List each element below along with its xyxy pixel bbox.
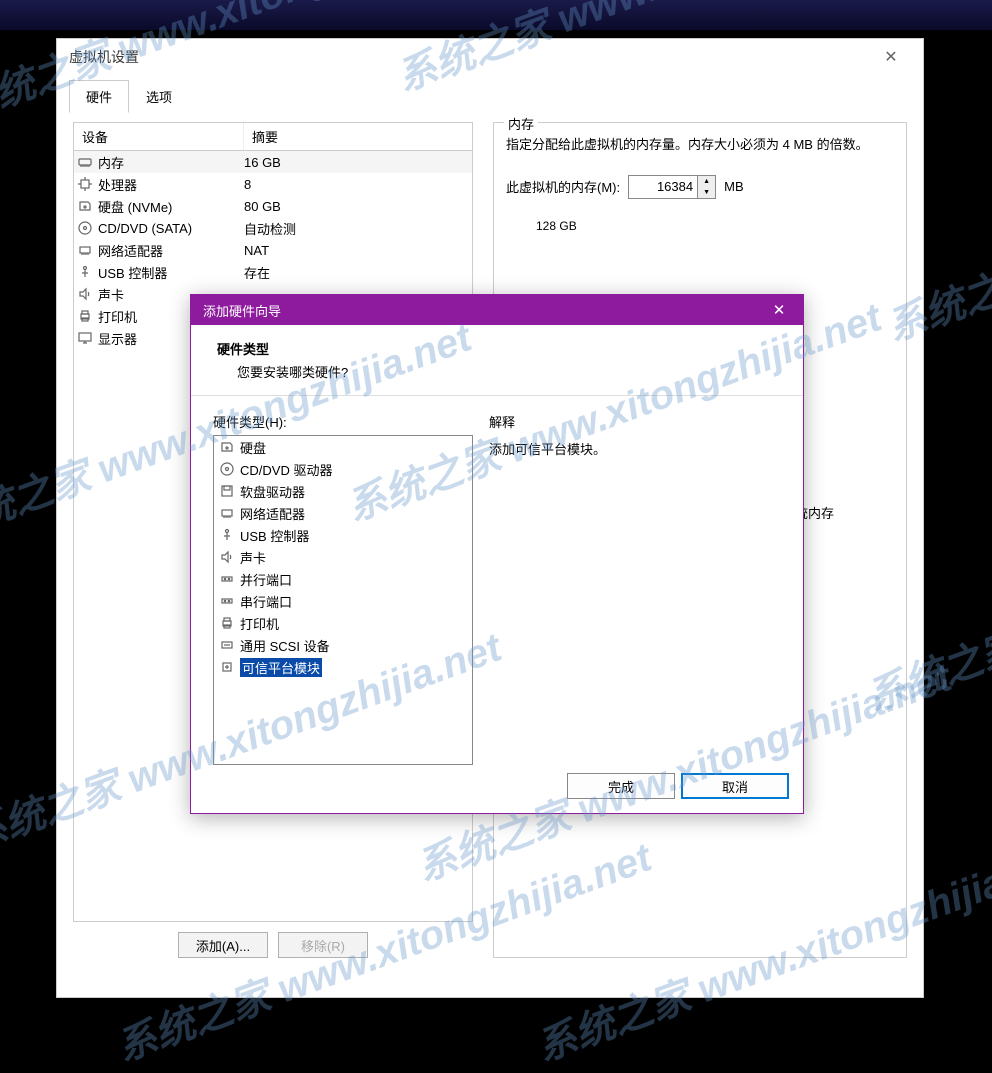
hw-item-label: 打印机 [240,614,279,633]
finish-button[interactable]: 完成 [567,773,675,799]
settings-titlebar: 虚拟机设置 ✕ [57,39,923,75]
floppy-icon [218,484,236,498]
remove-button[interactable]: 移除(R) [278,932,368,958]
device-row-nic[interactable]: 网络适配器NAT [74,239,472,261]
hw-item-port[interactable]: 串行端口 [214,590,472,612]
device-label: 内存 [96,153,244,172]
hw-item-label: 声卡 [240,548,266,567]
device-label: 网络适配器 [96,241,244,260]
disk-icon [218,440,236,454]
device-row-memory[interactable]: 内存16 GB [74,151,472,173]
spin-up-icon[interactable]: ▲ [698,176,715,187]
device-summary: 8 [244,177,472,192]
cpu-icon [74,177,96,191]
memory-input[interactable] [629,176,697,198]
hw-item-usb[interactable]: USB 控制器 [214,524,472,546]
hw-item-disc[interactable]: CD/DVD 驱动器 [214,458,472,480]
explain-label: 解释 [489,412,781,431]
close-icon[interactable]: ✕ [871,43,911,71]
display-icon [74,331,96,345]
memory-desc: 指定分配给此虚拟机的内存量。内存大小必须为 4 MB 的倍数。 [506,135,894,155]
col-summary: 摘要 [244,123,472,150]
device-label: CD/DVD (SATA) [96,221,244,236]
tabs: 硬件 选项 [57,79,923,112]
memory-scale-top: 128 GB [536,219,894,233]
cancel-button[interactable]: 取消 [681,773,789,799]
memory-icon [74,155,96,169]
device-row-cpu[interactable]: 处理器8 [74,173,472,195]
disc-icon [218,462,236,476]
device-label: 硬盘 (NVMe) [96,197,244,216]
hw-item-disk[interactable]: 硬盘 [214,436,472,458]
close-icon[interactable]: ✕ [763,298,795,322]
disc-icon [74,221,96,235]
sound-icon [74,287,96,301]
hw-item-label: 网络适配器 [240,504,305,523]
tpm-icon [218,660,236,674]
hw-item-sound[interactable]: 声卡 [214,546,472,568]
add-hardware-wizard: 添加硬件向导 ✕ 硬件类型 您要安装哪类硬件? 硬件类型(H): 硬盘 CD/DV… [190,294,804,814]
memory-legend: 内存 [504,114,538,133]
memory-spinbox[interactable]: ▲▼ [628,175,716,199]
usb-icon [218,528,236,542]
hw-item-label: USB 控制器 [240,526,309,545]
wizard-title: 添加硬件向导 [203,301,281,320]
disk-icon [74,199,96,213]
device-row-disk[interactable]: 硬盘 (NVMe)80 GB [74,195,472,217]
hw-item-label: 串行端口 [240,592,292,611]
scsi-icon [218,638,236,652]
device-summary: 存在 [244,263,472,282]
spin-down-icon[interactable]: ▼ [698,187,715,198]
device-summary: NAT [244,243,472,258]
hw-list-label: 硬件类型(H): [213,412,473,431]
device-row-disc[interactable]: CD/DVD (SATA)自动检测 [74,217,472,239]
hardware-list[interactable]: 硬盘 CD/DVD 驱动器软盘驱动器网络适配器 USB 控制器声卡并行端口串行端口打… [213,435,473,765]
wizard-heading: 硬件类型 [217,339,785,358]
printer-icon [218,616,236,630]
device-summary: 80 GB [244,199,472,214]
hw-item-port[interactable]: 并行端口 [214,568,472,590]
hw-item-label: CD/DVD 驱动器 [240,460,332,479]
wizard-subheading: 您要安装哪类硬件? [237,362,785,381]
port-icon [218,594,236,608]
hw-item-label: 可信平台模块 [240,658,322,677]
memory-label: 此虚拟机的内存(M): [506,177,620,196]
hw-item-nic[interactable]: 网络适配器 [214,502,472,524]
settings-title: 虚拟机设置 [69,47,139,67]
hw-item-tpm[interactable]: 可信平台模块 [214,656,472,678]
device-summary: 自动检测 [244,219,472,238]
nic-icon [218,506,236,520]
col-device: 设备 [74,123,244,150]
device-label: 处理器 [96,175,244,194]
sound-icon [218,550,236,564]
add-button[interactable]: 添加(A)... [178,932,268,958]
explain-text: 添加可信平台模块。 [489,439,781,458]
hw-item-label: 通用 SCSI 设备 [240,636,330,655]
wizard-titlebar: 添加硬件向导 ✕ [191,295,803,325]
printer-icon [74,309,96,323]
nic-icon [74,243,96,257]
hw-item-floppy[interactable]: 软盘驱动器 [214,480,472,502]
hw-item-printer[interactable]: 打印机 [214,612,472,634]
device-row-usb[interactable]: USB 控制器存在 [74,261,472,283]
hw-item-label: 硬盘 [240,438,266,457]
hw-item-label: 并行端口 [240,570,292,589]
device-label: USB 控制器 [96,263,244,282]
usb-icon [74,265,96,279]
hw-item-scsi[interactable]: 通用 SCSI 设备 [214,634,472,656]
tab-options[interactable]: 选项 [129,80,189,113]
tab-hardware[interactable]: 硬件 [69,80,129,113]
hw-item-label: 软盘驱动器 [240,482,305,501]
memory-unit: MB [724,179,744,194]
device-summary: 16 GB [244,155,472,170]
port-icon [218,572,236,586]
